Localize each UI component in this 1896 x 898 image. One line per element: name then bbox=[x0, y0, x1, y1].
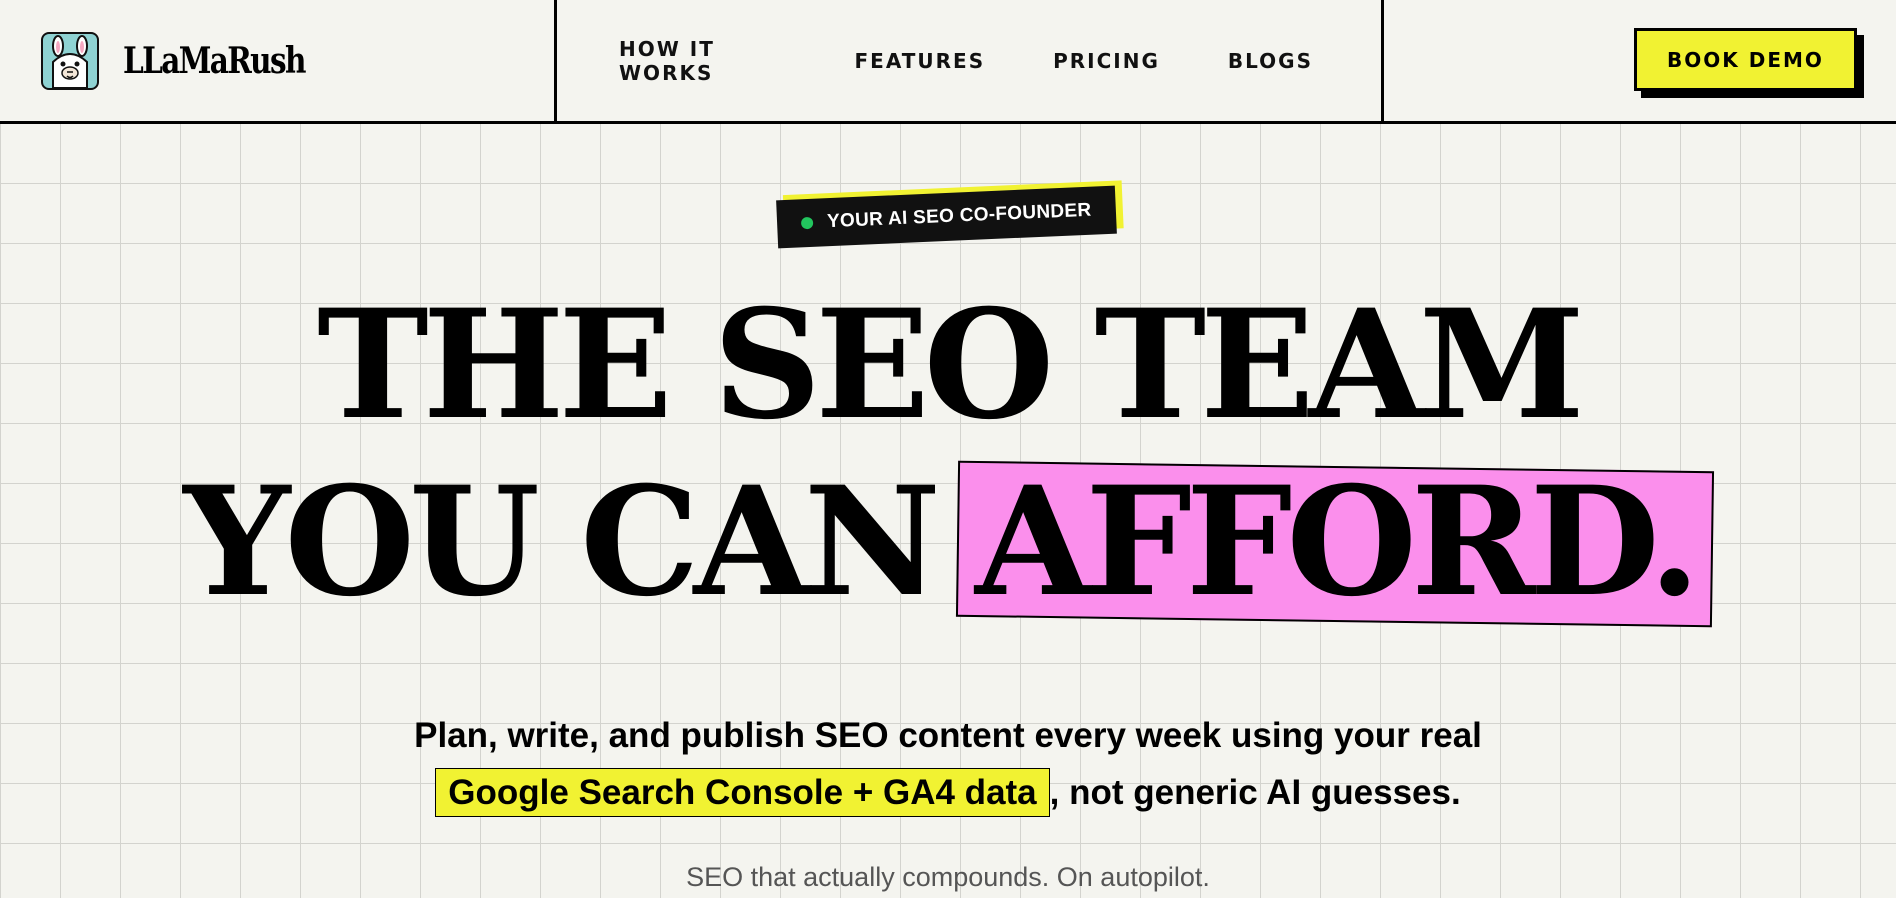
headline-highlight-text: AFFORD. bbox=[975, 454, 1701, 630]
subheadline-line-2: Google Search Console + GA4 data, not ge… bbox=[0, 768, 1896, 817]
subheadline-highlight: Google Search Console + GA4 data bbox=[435, 768, 1050, 817]
headline-line-2: YOU CAN AFFORD. bbox=[0, 452, 1896, 632]
headline-highlight: AFFORD. bbox=[957, 454, 1713, 630]
hero-badge: YOUR AI SEO CO-FOUNDER bbox=[776, 185, 1117, 249]
badge-label: YOUR AI SEO CO-FOUNDER bbox=[826, 199, 1092, 233]
headline-line-2-plain: YOU CAN bbox=[183, 454, 941, 630]
headline-line-1: THE SEO TEAM bbox=[317, 277, 1585, 453]
subheadline-line-1: Plan, write, and publish SEO content eve… bbox=[414, 716, 1482, 755]
status-dot-icon bbox=[800, 216, 814, 230]
hero: YOUR AI SEO CO-FOUNDER THE SEO TEAM YOU … bbox=[0, 0, 1896, 898]
tagline: SEO that actually compounds. On autopilo… bbox=[686, 862, 1210, 892]
subheadline-rest: , not generic AI guesses. bbox=[1049, 773, 1461, 812]
